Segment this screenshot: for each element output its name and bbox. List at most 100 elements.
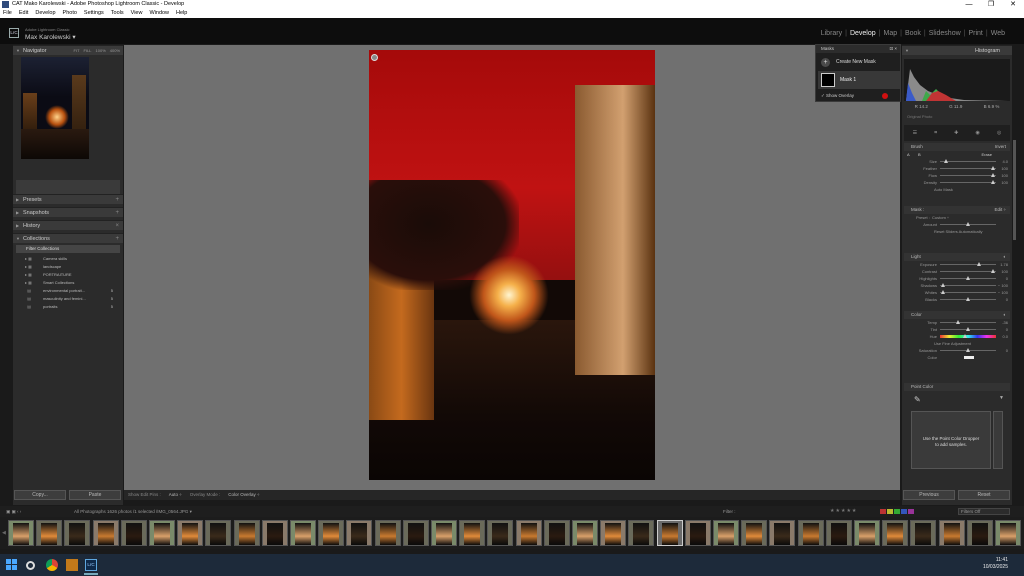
masking-icon[interactable]: ◎ [997, 130, 1001, 136]
color-color[interactable]: Color [904, 354, 1010, 361]
presets-header[interactable]: Presets+ [13, 194, 123, 205]
mask-1-item[interactable]: Mask 1 [818, 71, 900, 89]
filmstrip-thumbnail[interactable] [120, 520, 147, 546]
menu-photo[interactable]: Photo [63, 9, 77, 18]
show-edit-pins-select[interactable]: Auto ÷ [169, 490, 182, 500]
list-item[interactable]: ▤ portraits 5 [13, 303, 123, 311]
zoom-fill[interactable]: FILL [84, 46, 92, 56]
red-eye-icon[interactable]: ◉ [976, 130, 980, 136]
filmstrip-thumbnail[interactable] [600, 520, 627, 546]
edit-sliders-icon[interactable]: ☰ [913, 130, 917, 136]
light-whites[interactable]: Whites − 100 [904, 289, 1010, 296]
filmstrip-thumbnail[interactable] [431, 520, 457, 546]
zoom-fit[interactable]: FIT [74, 46, 80, 56]
menu-help[interactable]: Help [176, 9, 187, 18]
light-blacks[interactable]: Blacks 0 [904, 296, 1010, 303]
slider-knob[interactable] [943, 159, 948, 163]
hue-bar[interactable] [940, 335, 996, 338]
filmstrip-thumbnail[interactable] [487, 520, 514, 546]
maximize-button[interactable]: ❐ [980, 0, 1002, 9]
masks-panel-close-icon[interactable]: ⊡ × [889, 45, 897, 53]
filmstrip-thumbnail[interactable] [543, 520, 570, 546]
slider-knob[interactable] [977, 262, 982, 266]
filmstrip-thumbnail[interactable] [177, 520, 204, 546]
filmstrip-thumbnail[interactable] [966, 520, 993, 546]
filmstrip-thumbnail[interactable] [64, 520, 91, 546]
menu-tools[interactable]: Tools [111, 9, 124, 18]
original-photo-checkbox[interactable]: Original Photo [907, 114, 932, 119]
slider-knob[interactable] [966, 276, 970, 280]
filmstrip-thumbnail[interactable] [459, 520, 486, 546]
light-shadows[interactable]: Shadows − 100 [904, 282, 1010, 289]
zoom-100[interactable]: 100% [96, 46, 106, 56]
slider-knob[interactable] [940, 283, 945, 287]
module-develop[interactable]: Develop [847, 30, 879, 37]
slider-knob[interactable] [966, 348, 970, 352]
add-preset-icon[interactable]: + [115, 195, 119, 205]
color-temp[interactable]: Temp -36 [904, 319, 1010, 326]
filmstrip-thumbnail[interactable] [572, 520, 598, 546]
brush-header[interactable]: Brush Invert [904, 143, 1010, 151]
color-label-filter[interactable] [880, 509, 914, 514]
filmstrip-thumbnail[interactable] [92, 520, 119, 546]
fine-adjustment-checkbox[interactable]: Use Fine Adjustment [904, 340, 1010, 347]
copy-button[interactable]: Copy... [14, 490, 66, 500]
filmstrip-thumbnail[interactable] [769, 520, 796, 546]
menu-file[interactable]: File [3, 9, 12, 18]
navigator-preview[interactable] [21, 57, 89, 159]
reset-sliders-checkbox[interactable]: Reset Sliders Automatically [904, 228, 1010, 235]
filmstrip-thumbnail[interactable] [910, 520, 937, 546]
rating-filter[interactable]: ★★★★★ [830, 506, 857, 517]
color-hue[interactable]: Hue 0.0 [904, 333, 1010, 340]
light-contrast[interactable]: Contrast 100 [904, 268, 1010, 275]
filmstrip-left-arrow[interactable]: ◀ [2, 530, 6, 536]
previous-button[interactable]: Previous [903, 490, 955, 500]
app-icon-orange[interactable] [66, 559, 78, 571]
add-collection-icon[interactable]: + [115, 234, 119, 244]
filmstrip-thumbnail[interactable] [318, 520, 345, 546]
histogram[interactable] [904, 59, 1010, 101]
filmstrip-thumbnail[interactable] [8, 520, 34, 546]
filmstrip-thumbnail[interactable] [656, 520, 683, 546]
filmstrip-source[interactable]: All Photographs 1626 photos /1 selected … [74, 506, 192, 517]
right-panel-scrollbar[interactable] [1013, 140, 1016, 240]
menu-settings[interactable]: Settings [84, 9, 104, 18]
overlay-mode-select[interactable]: Color Overlay ÷ [228, 490, 259, 500]
slider-knob[interactable] [991, 173, 996, 177]
list-item[interactable]: ▸ ▦ PORTRAITURE [13, 271, 123, 279]
color-tint[interactable]: Tint 0 [904, 326, 1010, 333]
create-new-mask-button[interactable]: + Create New Mask [816, 55, 900, 69]
brush-size[interactable]: Size 4.0 [904, 158, 1010, 165]
list-item[interactable]: ▸ ▦ Camera skills [13, 255, 123, 263]
filmstrip-thumbnail[interactable] [515, 520, 542, 546]
main-photo[interactable] [369, 50, 655, 480]
crop-icon[interactable]: ⌗ [934, 130, 937, 136]
filmstrip-thumbnail[interactable] [713, 520, 739, 546]
module-web[interactable]: Web [988, 30, 1008, 37]
module-slideshow[interactable]: Slideshow [926, 30, 964, 37]
filmstrip-thumbnail[interactable] [233, 520, 260, 546]
brush-mode-a[interactable]: A [907, 151, 910, 158]
list-item[interactable]: ▸ ▦ landscape [13, 263, 123, 271]
slider-knob[interactable] [966, 297, 970, 301]
secondary-window-icon[interactable]: ▣ ▣ ‹ › [6, 506, 21, 517]
list-item[interactable]: ▸ ▦ Smart Collections [13, 279, 123, 287]
filmstrip-thumbnail[interactable] [854, 520, 880, 546]
slider-knob[interactable] [955, 320, 960, 324]
filmstrip-thumbnail[interactable] [205, 520, 232, 546]
filmstrip-thumbnail[interactable] [741, 520, 768, 546]
brush-density[interactable]: Density 100 [904, 179, 1010, 186]
system-clock[interactable]: 11:41 10/03/2025 [983, 557, 1008, 571]
module-book[interactable]: Book [902, 30, 924, 37]
invert-checkbox[interactable]: Invert [995, 143, 1006, 151]
point-color-header[interactable]: Point Color [904, 383, 1010, 391]
mask-header[interactable]: Mask : Edit ÷ [904, 206, 1010, 214]
slider-knob[interactable] [966, 327, 970, 331]
add-snapshot-icon[interactable]: + [115, 208, 119, 218]
slider-knob[interactable] [963, 334, 968, 338]
brush-mode-b[interactable]: B [918, 151, 921, 158]
filter-collections-input[interactable]: Filter Collections [16, 245, 120, 253]
histogram-header[interactable]: Histogram [902, 45, 1012, 56]
slider-knob[interactable] [991, 180, 996, 184]
filmstrip-thumbnail[interactable] [995, 520, 1021, 546]
